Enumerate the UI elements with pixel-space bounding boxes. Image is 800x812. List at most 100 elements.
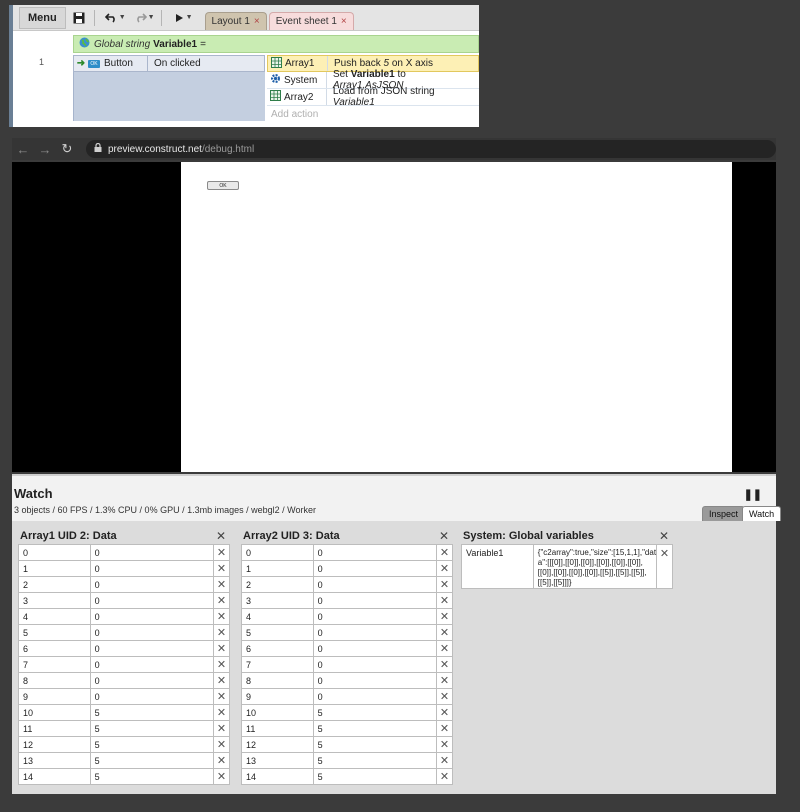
action-object-name: System [284, 74, 318, 86]
game-canvas[interactable]: OK [181, 162, 732, 472]
remove-watch-icon[interactable]: ✕ [436, 704, 453, 721]
watch-value: 5 [89, 768, 215, 785]
remove-watch-icon[interactable]: ✕ [436, 752, 453, 769]
watch-value: 0 [89, 688, 215, 705]
remove-watch-icon[interactable]: ✕ [436, 736, 453, 753]
close-icon[interactable]: ✕ [659, 529, 673, 543]
table-row: 4 0 ✕ [241, 608, 453, 625]
array-icon [271, 56, 282, 71]
undo-dropdown-icon[interactable]: ▼ [119, 14, 126, 21]
action-text: Load from JSON string Variable1 [327, 86, 479, 108]
remove-watch-icon[interactable]: ✕ [213, 576, 230, 593]
watch-value: 0 [312, 656, 438, 673]
table-row: 10 5 ✕ [241, 704, 453, 721]
watch-value: 0 [89, 640, 215, 657]
watch-value: 0 [312, 608, 438, 625]
close-icon[interactable]: ✕ [439, 529, 453, 543]
condition-object-name: Button [104, 58, 133, 69]
watch-key: Variable1 [461, 544, 534, 589]
action-row[interactable]: Array2 Load from JSON string Variable1 [267, 86, 479, 108]
remove-watch-icon[interactable]: ✕ [213, 608, 230, 625]
tab-watch[interactable]: Watch [742, 506, 782, 521]
table-row: 5 0 ✕ [18, 624, 230, 641]
remove-watch-icon[interactable]: ✕ [436, 544, 453, 561]
address-bar[interactable]: preview.construct.net /debug.html [86, 140, 776, 158]
tab-layout-1[interactable]: Layout 1 × [204, 11, 267, 30]
debugger-panel: Watch 3 objects / 60 FPS / 1.3% CPU / 0%… [12, 474, 782, 794]
close-icon[interactable]: × [254, 16, 260, 27]
remove-watch-icon[interactable]: ✕ [213, 624, 230, 641]
watch-key: 10 [18, 704, 91, 721]
event-condition[interactable]: ➜ OK Button On clicked [73, 55, 265, 72]
remove-watch-icon[interactable]: ✕ [213, 544, 230, 561]
remove-watch-icon[interactable]: ✕ [213, 752, 230, 769]
remove-watch-icon[interactable]: ✕ [213, 592, 230, 609]
table-row: 11 5 ✕ [241, 720, 453, 737]
watch-panel-array1: Array1 UID 2: Data ✕ 0 0 ✕ 1 0 ✕ 2 0 ✕ 3 0 ✕ 4 0 ✕ 5 0 ✕ 6… [18, 527, 230, 785]
remove-watch-icon[interactable]: ✕ [436, 608, 453, 625]
watch-key: 6 [18, 640, 91, 657]
remove-watch-icon[interactable]: ✕ [656, 544, 673, 589]
global-variable-prefix: Global string [94, 38, 151, 50]
back-arrow-icon[interactable]: ← [12, 142, 34, 157]
panel-title: Array2 UID 3: Data [243, 529, 340, 542]
action-object-name: Array1 [285, 58, 315, 69]
table-row: 5 0 ✕ [241, 624, 453, 641]
game-ok-button[interactable]: OK [207, 181, 239, 190]
remove-watch-icon[interactable]: ✕ [436, 576, 453, 593]
tab-inspect[interactable]: Inspect [702, 506, 746, 521]
remove-watch-icon[interactable]: ✕ [213, 768, 230, 785]
remove-watch-icon[interactable]: ✕ [436, 688, 453, 705]
table-row: 14 5 ✕ [241, 768, 453, 785]
remove-watch-icon[interactable]: ✕ [436, 592, 453, 609]
table-row: 0 0 ✕ [241, 544, 453, 561]
forward-arrow-icon[interactable]: → [34, 142, 56, 157]
remove-watch-icon[interactable]: ✕ [213, 688, 230, 705]
action-text-part: on X axis [391, 58, 433, 69]
redo-dropdown-icon[interactable]: ▼ [148, 14, 155, 21]
editor-toolbar: Menu ▼ ▼ ▼ Layout 1 × Event sheet 1 × [13, 5, 479, 31]
table-row: 3 0 ✕ [18, 592, 230, 609]
gear-icon [270, 73, 281, 87]
remove-watch-icon[interactable]: ✕ [436, 656, 453, 673]
action-object: System [267, 72, 327, 88]
table-row: 9 0 ✕ [18, 688, 230, 705]
remove-watch-icon[interactable]: ✕ [213, 560, 230, 577]
action-object: Array2 [267, 89, 327, 105]
table-row: 8 0 ✕ [18, 672, 230, 689]
add-action-link[interactable]: Add action [267, 106, 479, 123]
watch-key: 9 [18, 688, 91, 705]
remove-watch-icon[interactable]: ✕ [213, 736, 230, 753]
watch-key: 12 [18, 736, 91, 753]
tab-event-sheet-1[interactable]: Event sheet 1 × [268, 11, 354, 30]
remove-watch-icon[interactable]: ✕ [436, 560, 453, 577]
watch-key: 3 [18, 592, 91, 609]
global-variable-row[interactable]: Global string Variable1 = [73, 35, 479, 53]
pause-icon[interactable]: ❚❚ [744, 488, 762, 501]
table-row: 14 5 ✕ [18, 768, 230, 785]
remove-watch-icon[interactable]: ✕ [436, 640, 453, 657]
table-row: 0 0 ✕ [18, 544, 230, 561]
remove-watch-icon[interactable]: ✕ [213, 656, 230, 673]
menu-button[interactable]: Menu [19, 6, 66, 29]
reload-icon[interactable]: ↻ [56, 141, 78, 157]
remove-watch-icon[interactable]: ✕ [213, 720, 230, 737]
remove-watch-icon[interactable]: ✕ [213, 640, 230, 657]
play-dropdown-icon[interactable]: ▼ [186, 14, 193, 21]
remove-watch-icon[interactable]: ✕ [213, 672, 230, 689]
action-param: Variable1 [350, 69, 395, 80]
remove-watch-icon[interactable]: ✕ [436, 624, 453, 641]
watch-value: 5 [312, 720, 438, 737]
remove-watch-icon[interactable]: ✕ [436, 720, 453, 737]
table-row: 13 5 ✕ [18, 752, 230, 769]
close-icon[interactable]: × [341, 16, 347, 27]
remove-watch-icon[interactable]: ✕ [213, 704, 230, 721]
remove-watch-icon[interactable]: ✕ [436, 768, 453, 785]
action-text-part: to [397, 69, 406, 80]
close-icon[interactable]: ✕ [216, 529, 230, 543]
watch-value: 0 [89, 544, 215, 561]
remove-watch-icon[interactable]: ✕ [436, 672, 453, 689]
save-icon[interactable] [68, 7, 90, 29]
watch-key: 4 [241, 608, 314, 625]
table-row: 1 0 ✕ [241, 560, 453, 577]
